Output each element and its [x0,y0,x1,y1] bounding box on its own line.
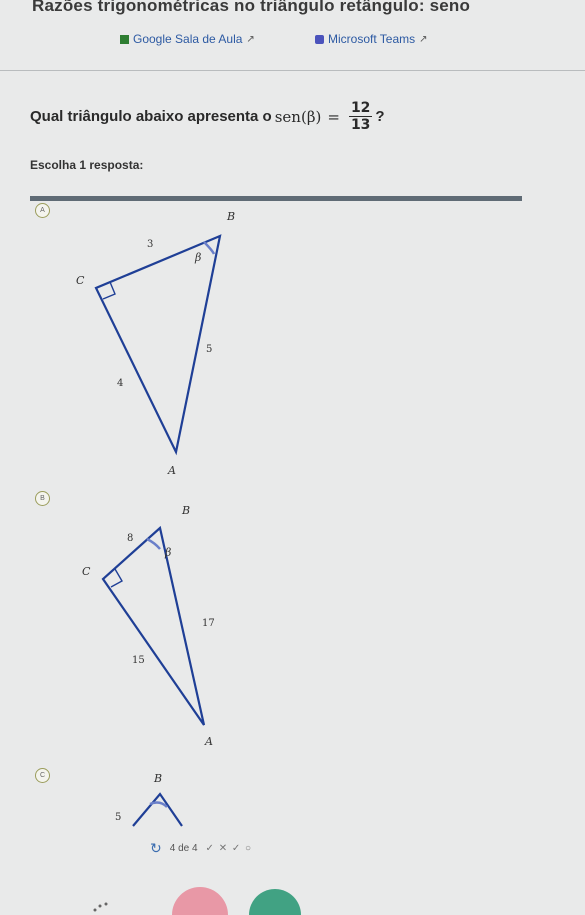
vertex-c-label: C [76,274,85,287]
side-bc-label: 5 [115,812,121,823]
triangle-b-shape [101,525,206,726]
vertex-a-label: A [167,464,176,477]
pink-circle-icon [172,887,228,915]
side-ba-label: 17 [202,618,215,629]
microsoft-teams-icon [315,34,324,44]
dot-decoration [98,904,102,908]
triangle-c: B 5 [115,772,183,827]
side-ba-label: 5 [206,344,212,355]
side-ca-label: 4 [117,378,123,389]
microsoft-teams-link[interactable]: Microsoft Teams ↗ [315,32,428,46]
progress-bar: ↻ 4 de 4 ✓ ✕ ✓ ○ [150,840,252,857]
google-classroom-link[interactable]: Google Sala de Aula ↗ [120,32,255,46]
instructions: Escolha 1 resposta: [30,158,144,172]
vertex-b-label: B [226,210,235,223]
progress-status-icons: ✓ ✕ ✓ ○ [205,843,253,854]
question-text: Qual triângulo abaixo apresenta o sen(β)… [30,100,385,133]
external-link-icon: ↗ [419,33,428,45]
google-classroom-label: Google Sala de Aula [133,32,243,46]
bottom-decorations [93,887,301,915]
vertex-b-label: B [181,504,190,517]
fraction: 12 13 [348,100,373,133]
question-mark: ? [375,108,385,125]
math-function: sen(β) [274,107,322,126]
question-prefix: Qual triângulo abaixo apresenta o [30,108,272,125]
side-bc-label: 3 [147,239,153,250]
google-classroom-icon [120,34,129,44]
angle-arc [149,801,168,808]
dot-decoration [93,908,97,912]
external-link-icon: ↗ [246,33,255,45]
side-bc-label: 8 [127,533,133,544]
angle-arc [203,241,216,255]
progress-text: 4 de 4 [169,843,198,854]
page-title: Razões trigonométricas no triângulo retâ… [32,0,471,15]
vertex-b-label: B [153,772,162,785]
vertex-c-label: C [82,565,91,578]
refresh-icon[interactable]: ↻ [150,840,162,857]
fraction-numerator: 12 [348,100,373,117]
angle-beta-label: β [194,251,201,264]
green-circle-icon [249,889,301,915]
side-ca-label: 15 [132,655,145,666]
vertex-a-label: A [204,735,213,748]
angle-arc [146,537,161,550]
header-divider [0,70,585,71]
math-expression: sen(β) = 12 13 [275,100,376,133]
math-equals: = [327,107,340,126]
triangle-a-shape [94,234,222,456]
dot-decoration [104,902,108,906]
angle-beta-label: β [164,546,171,559]
fraction-denominator: 13 [350,117,371,133]
triangle-b: B C A β 8 17 15 [82,504,215,748]
microsoft-teams-label: Microsoft Teams [328,32,416,46]
triangle-c-shape [132,792,183,827]
triangle-a: B C A β 3 5 4 [76,210,235,477]
